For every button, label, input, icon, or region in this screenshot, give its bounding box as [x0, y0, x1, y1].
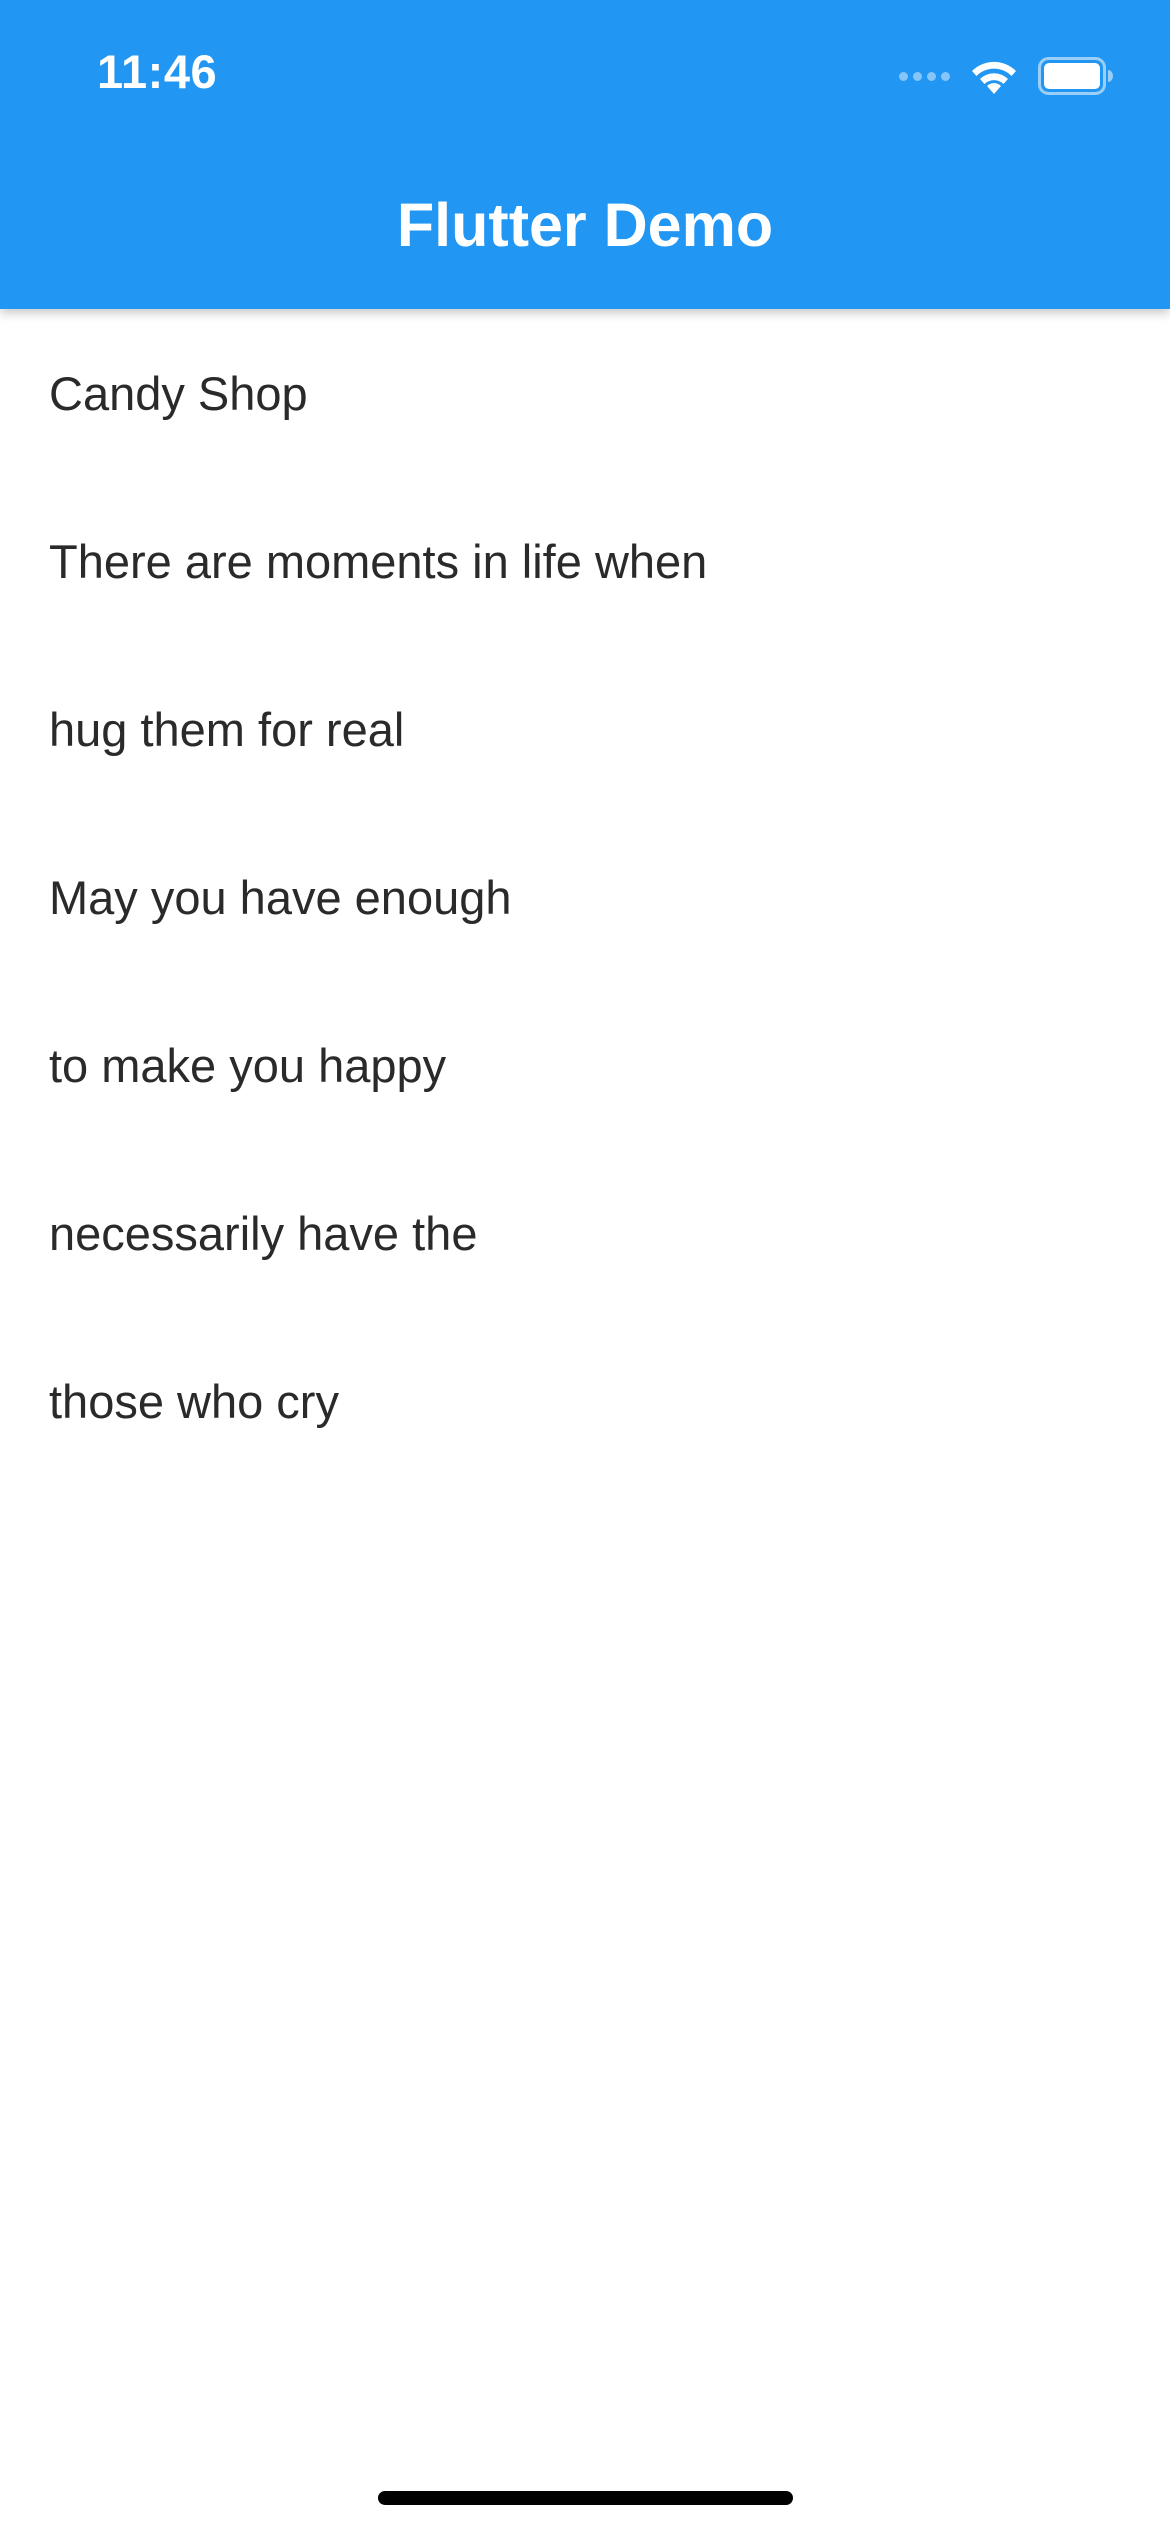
- home-indicator[interactable]: [378, 2491, 793, 2505]
- list-item[interactable]: those who cry: [0, 1317, 1170, 1485]
- page-title: Flutter Demo: [396, 191, 774, 259]
- status-time: 11:46: [97, 45, 218, 98]
- list-item[interactable]: May you have enough: [0, 813, 1170, 981]
- status-icons: [899, 56, 1114, 96]
- battery-icon: [1038, 57, 1113, 95]
- list-item[interactable]: necessarily have the: [0, 1149, 1170, 1317]
- wifi-icon: [972, 61, 1016, 94]
- list-item[interactable]: Candy Shop: [0, 309, 1170, 477]
- app-bar: 11:46 Flutter Demo: [0, 0, 1170, 309]
- cellular-signal-icon: [899, 71, 950, 81]
- list-item[interactable]: to make you happy: [0, 981, 1170, 1149]
- screen: 11:46 Flutter Demo Candy Shop There are …: [0, 0, 1170, 2532]
- list-item[interactable]: There are moments in life when: [0, 477, 1170, 645]
- list-item[interactable]: hug them for real: [0, 645, 1170, 813]
- text-list: Candy Shop There are moments in life whe…: [0, 309, 1170, 1485]
